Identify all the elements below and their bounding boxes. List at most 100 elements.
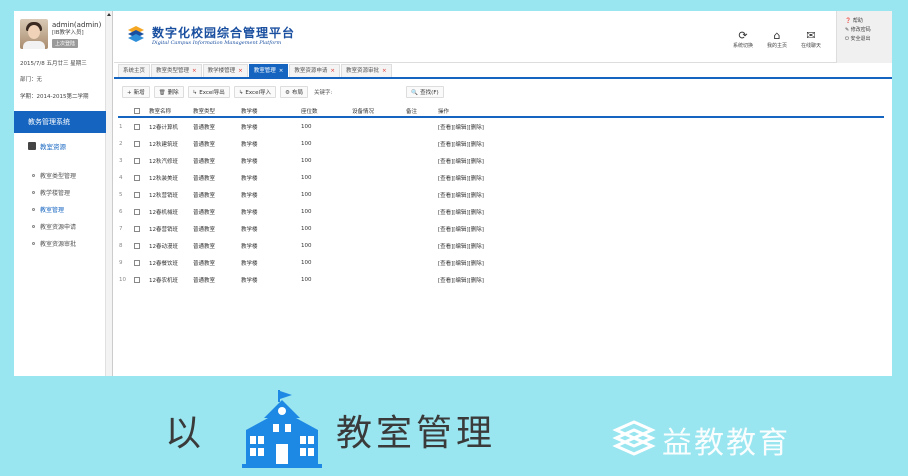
bullet-icon [32, 208, 35, 211]
sidebar-item-building[interactable]: 教学楼管理 [32, 188, 70, 197]
sidebar-group-classroom[interactable]: 教室资源 [28, 141, 66, 151]
table-cell: 教学楼 [241, 243, 258, 250]
header: 数字化校园综合管理平台 Digital Campus Information M… [114, 11, 892, 63]
column-header[interactable]: 教室名称 [149, 107, 171, 115]
row-checkbox[interactable] [134, 140, 140, 147]
add-button[interactable]: + 新增 [122, 86, 150, 98]
tab-resource-apply[interactable]: 教室资源申请 × [289, 64, 341, 77]
last-login-badge: 上次登陆 [52, 39, 79, 48]
change-password-link[interactable]: ✎ 修改密码 [845, 26, 892, 35]
row-checkbox[interactable] [134, 225, 140, 232]
row-number: 1 [119, 123, 123, 130]
column-header[interactable]: 座位数 [301, 107, 318, 115]
logout-link[interactable]: ⏻ 安全退出 [845, 35, 892, 44]
excel-import-button[interactable]: ↳ Excel导入 [233, 86, 276, 98]
row-actions[interactable]: [查看][编辑][删除] [438, 157, 484, 165]
system-title[interactable]: 教务管理系统 [14, 111, 106, 133]
close-icon[interactable]: × [238, 68, 243, 74]
column-header[interactable]: 教室类型 [193, 107, 215, 115]
column-header[interactable]: 教学楼 [241, 107, 258, 115]
table-row[interactable]: 9 12春餐饮班 普通教室 教学楼 100 [查看][编辑][删除] [118, 254, 884, 271]
excel-export-button[interactable]: ↳ Excel导出 [187, 86, 230, 98]
toolbar: + 新增 🗑 删除 ↳ Excel导出 ↳ Excel导入 ⚙ 布局 关键字: 🔍 查找(F… [122, 85, 444, 99]
tab-resource-approve[interactable]: 教室资源审批 × [341, 64, 392, 77]
close-icon[interactable]: × [279, 68, 284, 74]
row-checkbox[interactable] [134, 242, 140, 249]
tab-classroom[interactable]: 教室管理 × [248, 64, 289, 77]
online-chat-button[interactable]: ✉ 在线聊天 [796, 29, 826, 49]
column-header[interactable]: 设备情况 [352, 107, 374, 115]
my-home-button[interactable]: ⌂ 我的主页 [762, 29, 792, 49]
table-cell: 100 [301, 225, 312, 232]
sidebar-item-classroom-type[interactable]: 教室类型管理 [32, 171, 76, 180]
keyword-input[interactable] [336, 86, 399, 98]
caption-prefix: 以 [165, 413, 204, 454]
tab-building[interactable]: 教学楼管理 × [202, 64, 248, 77]
table-cell: 普通教室 [193, 260, 216, 267]
row-actions[interactable]: [查看][编辑][删除] [438, 208, 484, 216]
table-row[interactable]: 8 12春动漫班 普通教室 教学楼 100 [查看][编辑][删除] [118, 237, 884, 254]
row-checkbox[interactable] [134, 174, 140, 181]
table-cell: 12秋营销班 [149, 192, 178, 199]
scroll-up-icon[interactable] [107, 13, 111, 16]
row-actions[interactable]: [查看][编辑][删除] [438, 191, 484, 199]
table-row[interactable]: 2 12秋建筑班 普通教室 教学楼 100 [查看][编辑][删除] [118, 135, 884, 152]
table-cell: 普通教室 [193, 192, 216, 199]
table-row[interactable]: 4 12秋装美班 普通教室 教学楼 100 [查看][编辑][删除] [118, 169, 884, 186]
row-checkbox[interactable] [134, 259, 140, 266]
tab-home[interactable]: 系统主页 [118, 64, 151, 77]
search-button[interactable]: 🔍 查找(F) [406, 86, 444, 98]
close-icon[interactable]: × [382, 68, 387, 74]
table-cell: 普通教室 [193, 226, 216, 233]
row-actions[interactable]: [查看][编辑][删除] [438, 174, 484, 182]
table-cell: 12春计算机 [149, 124, 178, 131]
folder-icon [28, 142, 36, 150]
row-actions[interactable]: [查看][编辑][删除] [438, 123, 484, 131]
column-header[interactable]: 备注 [406, 107, 417, 115]
row-checkbox[interactable] [134, 191, 140, 198]
row-checkbox[interactable] [134, 276, 140, 283]
import-icon: ↳ [238, 90, 244, 96]
table-cell: 教学楼 [241, 209, 258, 216]
close-icon[interactable]: × [330, 68, 335, 74]
user-name: admin(admin) [52, 21, 102, 29]
table-row[interactable]: 1 12春计算机 普通教室 教学楼 100 [查看][编辑][删除] [118, 118, 884, 135]
table-cell: 教学楼 [241, 175, 258, 182]
sidebar-scrollbar[interactable] [106, 11, 113, 376]
refresh-icon: ⟳ [738, 29, 748, 42]
switch-system-button[interactable]: ⟳ 系统切换 [728, 29, 758, 49]
table-cell: 教学楼 [241, 124, 258, 131]
row-checkbox[interactable] [134, 123, 140, 130]
row-actions[interactable]: [查看][编辑][删除] [438, 225, 484, 233]
gear-icon: ⚙ [285, 90, 290, 96]
close-icon[interactable]: × [192, 68, 197, 74]
row-actions[interactable]: [查看][编辑][删除] [438, 276, 484, 284]
select-all-checkbox[interactable] [134, 108, 140, 114]
row-actions[interactable]: [查看][编辑][删除] [438, 259, 484, 267]
sidebar-item-resource-approve[interactable]: 教室资源审批 [32, 239, 76, 248]
layout-button[interactable]: ⚙ 布局 [280, 86, 308, 98]
search-icon: 🔍 [411, 90, 419, 96]
row-checkbox[interactable] [134, 157, 140, 164]
logo-icon [128, 26, 144, 42]
table-row[interactable]: 10 12春农机班 普通教室 教学楼 100 [查看][编辑][删除] [118, 271, 884, 288]
avatar [20, 19, 48, 49]
classroom-table: 教室名称 教室类型 教学楼 座位数 设备情况 备注 操作 1 12春计算机 普通教室… [118, 106, 884, 288]
table-row[interactable]: 7 12春营销班 普通教室 教学楼 100 [查看][编辑][删除] [118, 220, 884, 237]
table-row[interactable]: 6 12春机械班 普通教室 教学楼 100 [查看][编辑][删除] [118, 203, 884, 220]
table-cell: 普通教室 [193, 209, 216, 216]
bullet-icon [32, 191, 35, 194]
sidebar-item-resource-apply[interactable]: 教室资源申请 [32, 222, 76, 231]
term: 学期：2014-2015第二学期 [20, 94, 89, 100]
table-cell: 普通教室 [193, 243, 216, 250]
help-link[interactable]: ❓ 帮助 [845, 17, 892, 26]
row-checkbox[interactable] [134, 208, 140, 215]
row-actions[interactable]: [查看][编辑][删除] [438, 242, 484, 250]
table-row[interactable]: 5 12秋营销班 普通教室 教学楼 100 [查看][编辑][删除] [118, 186, 884, 203]
row-actions[interactable]: [查看][编辑][删除] [438, 140, 484, 148]
bullet-icon [32, 242, 35, 245]
delete-button[interactable]: 🗑 删除 [153, 86, 184, 98]
sidebar-item-classroom[interactable]: 教室管理 [32, 205, 64, 214]
table-row[interactable]: 3 12秋汽修班 普通教室 教学楼 100 [查看][编辑][删除] [118, 152, 884, 169]
tab-classroom-type[interactable]: 教室类型管理 × [151, 64, 202, 77]
